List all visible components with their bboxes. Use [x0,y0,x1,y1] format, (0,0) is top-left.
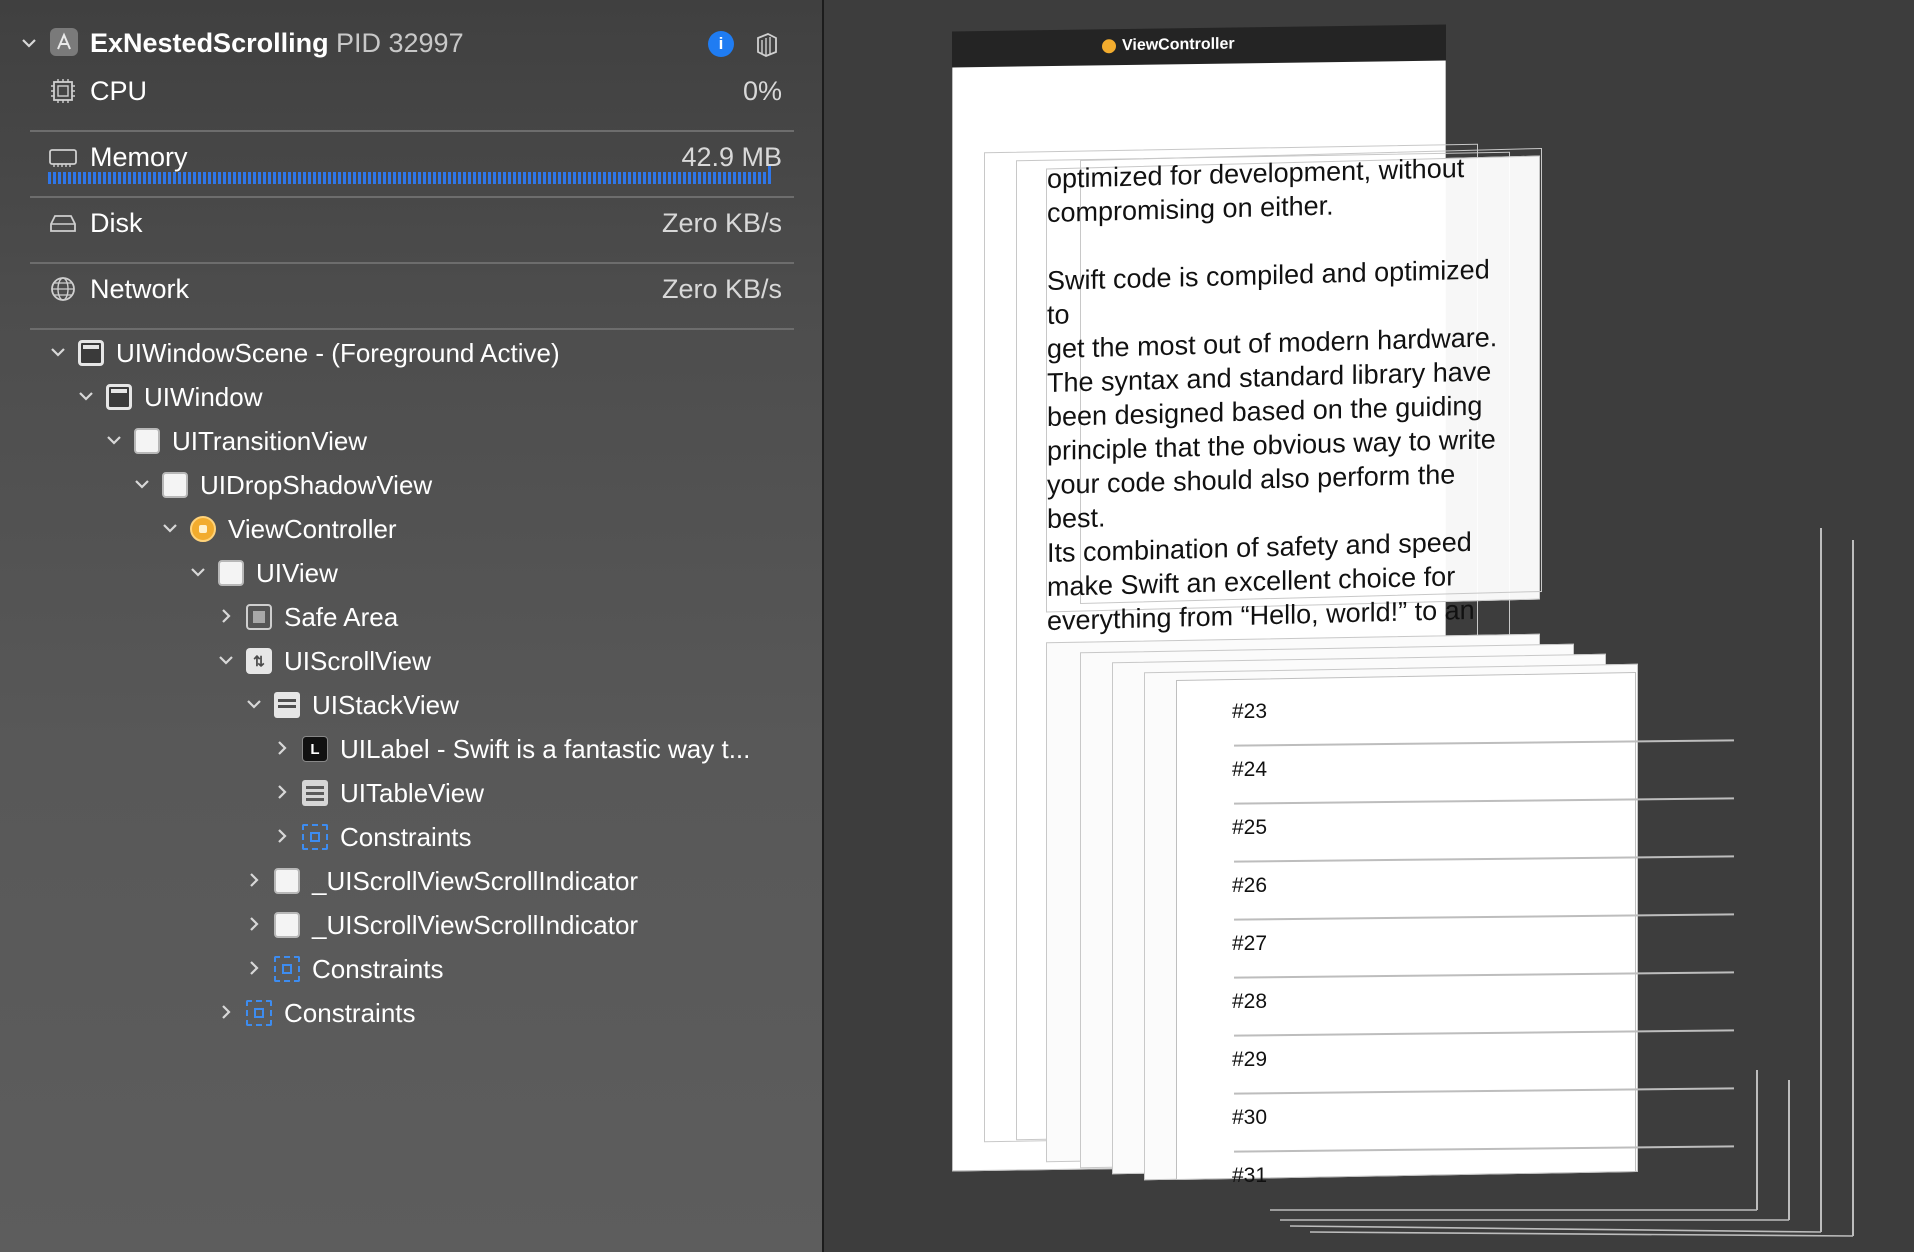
metric-value: Zero KB/s [661,274,782,304]
metric-value: 42.9 MB [681,142,782,172]
chevron-right-icon[interactable] [244,912,264,936]
chevron-right-icon[interactable] [244,956,264,980]
view-icon [274,912,300,938]
constraints-icon [302,824,328,850]
memory-icon [48,144,78,170]
window-scene-icon [78,340,104,366]
view-icon [274,868,300,894]
chevron-right-icon[interactable] [272,780,292,804]
view-icon [134,428,160,454]
tree-item-label: Safe Area [284,602,399,632]
memory-usage-bar [48,172,768,184]
cpu-icon [48,78,78,104]
tree-item-label: Constraints [284,998,416,1028]
tree-item-label: Constraints [340,822,472,852]
constraints-icon [274,956,300,982]
chevron-down-icon[interactable] [244,692,264,716]
network-icon [48,276,78,302]
share-icon[interactable] [754,30,780,58]
tree-item-label: UIDropShadowView [200,470,433,500]
disk-icon [48,210,78,236]
table-view-icon [302,780,328,806]
metric-disk[interactable]: Disk Zero KB/s [30,192,794,256]
view-controller-icon [190,516,216,542]
chevron-down-icon[interactable] [188,560,208,584]
chevron-right-icon[interactable] [272,824,292,848]
chevron-down-icon[interactable] [104,428,124,452]
view-icon [218,560,244,586]
stack-view-icon [274,692,300,718]
window-icon [106,384,132,410]
metric-label: Disk [90,208,143,238]
view-icon [162,472,188,498]
tree-item-label: UIWindow [144,382,263,412]
tree-item-label: UIView [256,558,338,588]
metric-value: Zero KB/s [661,208,782,238]
chevron-right-icon[interactable] [244,868,264,892]
metric-memory[interactable]: Memory 42.9 MB [30,126,794,190]
metric-value: 0% [742,76,782,106]
info-icon[interactable]: i [708,31,734,57]
scroll-view-icon: ⇅ [246,648,272,674]
chevron-right-icon[interactable] [216,1000,236,1024]
scroll-indicator-wires [1250,520,1870,1240]
view-controller-icon [1102,39,1116,54]
tree-item-label: UILabel - Swift is a fantastic way t... [340,734,751,764]
chevron-down-icon[interactable] [216,648,236,672]
chevron-down-icon[interactable] [160,516,180,540]
memory-usage-bar-end [768,166,771,184]
metric-network[interactable]: Network Zero KB/s [30,258,794,322]
chevron-right-icon[interactable] [272,736,292,760]
vc-titlebar: ViewController [952,24,1446,68]
chevron-down-icon[interactable] [132,472,152,496]
tree-item-label: UIScrollView [284,646,431,676]
tree-item-label: _UIScrollViewScrollIndicator [312,866,639,896]
tree-item-label: _UIScrollViewScrollIndicator [312,910,639,940]
process-pid: PID 32997 [336,28,464,58]
vc-title: ViewController [1122,35,1235,55]
tree-item-label: UIStackView [312,690,459,720]
constraints-icon [246,1000,272,1026]
xcode-app-icon [50,28,78,56]
safe-area-icon [246,604,272,630]
metric-label: Network [90,274,190,304]
metric-label: Memory [90,142,188,172]
tree-item-label: UIWindowScene - (Foreground Active) [116,338,560,368]
debug-navigator: ExNestedScrolling PID 32997 i CPU 0% Mem… [0,0,824,1252]
chevron-down-icon[interactable] [76,384,96,408]
divider [30,328,794,330]
tree-item-label: UITransitionView [172,426,368,456]
tree-item-label: Constraints [312,954,444,984]
process-name: ExNestedScrolling [90,28,329,58]
chevron-right-icon[interactable] [216,604,236,628]
chevron-down-icon[interactable] [48,340,68,364]
tree-item-label: UITableView [340,778,485,808]
metric-label: CPU [90,76,148,106]
label-icon: L [302,736,328,762]
tree-item-label: ViewController [228,514,397,544]
metric-cpu[interactable]: CPU 0% [30,60,794,124]
chevron-down-icon[interactable] [20,34,38,52]
